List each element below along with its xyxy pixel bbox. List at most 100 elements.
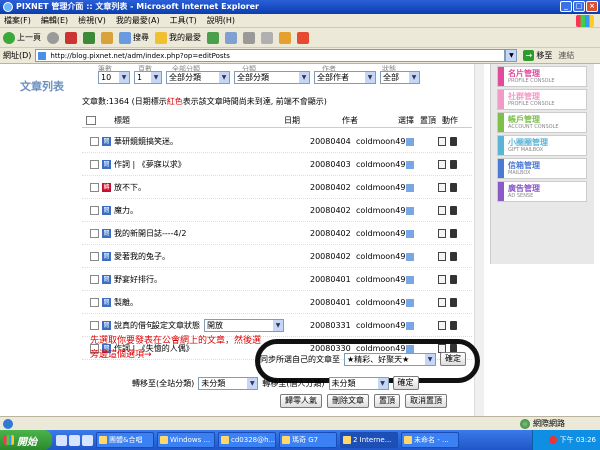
move-personal-select[interactable]: 未分類 [328,376,389,390]
panel-item[interactable]: 帳戶管理 ACCOUNT CONSOLE [497,112,587,133]
row-title[interactable]: 野宴好排行。 [114,274,264,285]
taskbar-task[interactable]: Windows ... [157,432,215,448]
go-button[interactable]: → 移至 [523,50,552,61]
edit-icon[interactable] [438,137,446,146]
row-checkbox[interactable] [90,205,99,215]
edit-icon[interactable] [438,229,446,238]
panel-item[interactable]: 信箱管理 MAILBOX [497,158,587,179]
edit-icon[interactable] [438,206,446,215]
trash-icon[interactable] [450,206,457,215]
author-select[interactable]: 全部作者 [314,71,376,84]
row-title[interactable]: 放不下。 [114,182,264,193]
row-title[interactable]: 愛著我的兔子。 [114,251,264,262]
quick-launch-icon-1[interactable] [56,434,67,446]
trash-icon[interactable] [450,321,457,330]
row-category-icon[interactable] [406,322,414,330]
sync-confirm-button[interactable]: 確定 [440,352,466,366]
back-button[interactable]: 上一頁 [3,31,41,44]
page-select[interactable]: 1 [134,71,162,84]
window-title-bar[interactable]: PIXNET 管理介面 :: 文章列表 - Microsoft Internet… [0,0,600,14]
row-category-icon[interactable] [406,184,414,192]
edit-icon[interactable] [438,183,446,192]
menu-help[interactable]: 說明(H) [207,15,235,26]
panel-item[interactable]: 小圈圈管理 GIFT MAILBOX [497,135,587,156]
row-category-icon[interactable] [406,299,414,307]
article-status-select[interactable]: 開放 [204,319,284,332]
panel-item[interactable]: 名片管理 PROFILE CONSOLE [497,66,587,87]
reset-views-button[interactable]: 歸零人氣 [280,394,322,408]
site-category-select[interactable]: 全部分類 [166,71,230,84]
unpin-top-button[interactable]: 取消置頂 [405,394,447,408]
history-icon[interactable] [207,31,219,44]
tray-icon[interactable] [548,436,557,444]
favorites-button[interactable]: 我的最愛 [155,31,201,44]
taskbar-task[interactable]: 團體&合唱 [96,432,154,448]
close-button[interactable]: × [586,1,598,12]
panel-item[interactable]: 廣告管理 AD SENSE [497,181,587,202]
row-category-icon[interactable] [406,253,414,261]
trash-icon[interactable] [450,229,457,238]
category-select[interactable]: 全部分類 [234,71,310,84]
edit-page-icon[interactable] [261,31,273,44]
edit-icon[interactable] [438,160,446,169]
forward-arrow-icon[interactable] [47,31,59,44]
menu-favorites[interactable]: 我的最愛(A) [116,15,160,26]
row-category-icon[interactable] [406,161,414,169]
row-checkbox[interactable] [90,182,99,192]
trash-icon[interactable] [450,275,457,284]
row-checkbox[interactable] [90,136,99,146]
sync-group-select[interactable]: ★精彩、好聚天★ [344,352,436,366]
quick-launch-icon-3[interactable] [82,434,93,446]
taskbar-task[interactable]: cd0328@h... [218,432,276,448]
address-input[interactable]: http://blog.pixnet.net/adm/index.php?op=… [35,49,506,62]
taskbar-task[interactable]: 未命名 - ... [401,432,459,448]
row-category-icon[interactable] [406,276,414,284]
trash-icon[interactable] [450,183,457,192]
minimize-button[interactable]: _ [560,1,572,12]
row-category-icon[interactable] [406,138,414,146]
edit-icon[interactable] [438,275,446,284]
mail-icon[interactable] [225,31,237,44]
address-dropdown-icon[interactable]: ▼ [505,49,518,62]
taskbar-task[interactable]: 瑪奇 G7 [279,432,337,448]
search-button[interactable]: 搜尋 [119,31,149,44]
menu-edit[interactable]: 編輯(E) [41,15,68,26]
row-checkbox[interactable] [90,297,99,307]
print-icon[interactable] [243,31,255,44]
row-category-icon[interactable] [406,207,414,215]
menu-file[interactable]: 檔案(F) [4,15,31,26]
trash-icon[interactable] [450,298,457,307]
row-checkbox[interactable] [90,320,99,330]
row-title[interactable]: 作詞 | 《夢寐以求》 [114,159,264,170]
taskbar-task[interactable]: 2 Interne... [340,432,398,448]
edit-icon[interactable] [438,252,446,261]
trash-icon[interactable] [450,160,457,169]
stop-icon[interactable] [65,31,77,44]
row-checkbox[interactable] [90,251,99,261]
row-checkbox[interactable] [90,228,99,238]
status-select[interactable]: 全部 [380,71,420,84]
menu-tools[interactable]: 工具(T) [170,15,197,26]
toolbar-extra-icon[interactable] [297,31,309,44]
pin-top-button[interactable]: 置頂 [374,394,400,408]
trash-icon[interactable] [450,252,457,261]
start-button[interactable]: 開始 [0,430,52,450]
row-title[interactable]: 華研鏡鏡搞笑迷。 [114,136,264,147]
row-title[interactable]: 製離。 [114,297,264,308]
home-icon[interactable] [101,31,113,44]
delete-article-button[interactable]: 刪除文章 [327,394,369,408]
edit-icon[interactable] [438,298,446,307]
menu-view[interactable]: 檢視(V) [78,15,106,26]
links-label[interactable]: 連結 [558,50,574,61]
messenger-icon[interactable] [279,31,291,44]
move-site-select[interactable]: 未分類 [198,376,259,390]
refresh-icon[interactable] [83,31,95,44]
trash-icon[interactable] [450,137,457,146]
panel-item[interactable]: 社群管理 PROFILE CONSOLE [497,89,587,110]
row-checkbox[interactable] [90,159,99,169]
select-all-icon[interactable] [86,116,96,125]
move-confirm-button[interactable]: 確定 [392,376,419,390]
row-checkbox[interactable] [90,274,99,284]
row-title[interactable]: 我的新開日誌----4/2 [114,228,264,239]
maximize-button[interactable]: □ [573,1,585,12]
